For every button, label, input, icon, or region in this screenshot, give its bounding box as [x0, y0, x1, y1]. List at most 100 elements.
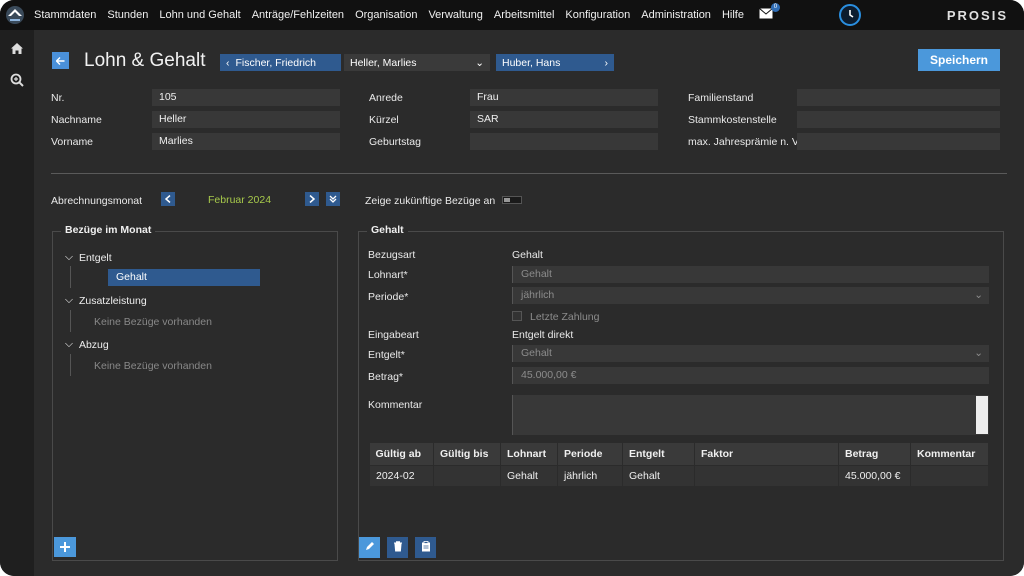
bezugsart-label: Bezugsart — [368, 249, 416, 261]
clock-icon[interactable] — [839, 4, 861, 26]
prosis-logo-icon[interactable] — [0, 0, 30, 30]
back-button[interactable] — [52, 52, 69, 69]
copy-button[interactable] — [415, 537, 436, 558]
chevron-down-icon: ⌵ — [65, 338, 73, 350]
next-month-button[interactable] — [305, 192, 319, 206]
entgelt-label: Entgelt* — [368, 349, 405, 361]
tree-item-gehalt[interactable]: Gehalt — [108, 269, 260, 286]
entgelt-select[interactable]: Gehalt ⌄ — [512, 345, 989, 362]
letzte-zahlung-checkbox[interactable] — [512, 311, 522, 321]
bezuege-panel-title: Bezüge im Monat — [61, 224, 156, 236]
cell-entgelt: Gehalt — [622, 464, 695, 487]
periode-select[interactable]: jährlich ⌄ — [512, 287, 989, 304]
menu-lohn-und-gehalt[interactable]: Lohn und Gehalt — [159, 9, 240, 21]
col-periode[interactable]: Periode — [557, 443, 623, 465]
home-icon[interactable] — [0, 34, 34, 62]
chevron-down-icon: ⌄ — [974, 289, 983, 301]
delete-button[interactable] — [387, 537, 408, 558]
col-lohnart[interactable]: Lohnart — [500, 443, 558, 465]
side-rail — [0, 30, 34, 576]
chevron-down-icon: ⌄ — [475, 56, 484, 69]
eingabeart-value: Entgelt direkt — [512, 329, 574, 341]
letzte-zahlung-label: Letzte Zahlung — [530, 311, 600, 323]
menu-stammdaten[interactable]: Stammdaten — [34, 9, 96, 21]
tree-group-label: Entgelt — [78, 251, 112, 264]
menu-administration[interactable]: Administration — [641, 9, 711, 21]
search-zoom-icon[interactable] — [0, 66, 34, 94]
nachname-field[interactable]: Heller — [152, 111, 340, 128]
cell-gueltig-ab: 2024-02 — [369, 464, 434, 487]
lohnart-field[interactable]: Gehalt — [512, 266, 989, 283]
eingabeart-label: Eingabeart — [368, 329, 419, 341]
geburtstag-field[interactable] — [470, 133, 658, 150]
employee-select-value: Heller, Marlies — [350, 56, 417, 69]
tree-group-abzug[interactable]: ⌵ Abzug — [65, 338, 109, 351]
cell-faktor — [694, 464, 839, 487]
kommentar-label: Kommentar — [368, 399, 423, 411]
nachname-label: Nachname — [51, 114, 102, 126]
prev-month-button[interactable] — [161, 192, 175, 206]
next-employee-button[interactable]: Huber, Hans › — [496, 54, 614, 71]
cell-gueltig-bis — [433, 464, 501, 487]
add-bezug-button[interactable] — [54, 537, 76, 557]
anrede-label: Anrede — [369, 92, 403, 104]
col-betrag[interactable]: Betrag — [838, 443, 911, 465]
familienstand-field[interactable] — [797, 89, 1000, 106]
col-faktor[interactable]: Faktor — [694, 443, 839, 465]
menu-hilfe[interactable]: Hilfe — [722, 9, 744, 21]
tree-group-label: Zusatzleistung — [78, 294, 147, 307]
familienstand-label: Familienstand — [688, 92, 754, 104]
chevron-right-icon: › — [604, 56, 609, 69]
jahrespraemie-field[interactable] — [797, 133, 1000, 150]
tree-group-label: Abzug — [78, 338, 109, 351]
page-title: Lohn & Gehalt — [84, 50, 206, 71]
col-gueltig-bis[interactable]: Gültig bis — [433, 443, 501, 465]
edit-button[interactable] — [359, 537, 380, 558]
kommentar-textarea[interactable] — [512, 395, 989, 435]
mail-count-badge: 0 — [770, 3, 780, 12]
prev-employee-label: Fischer, Friedrich — [235, 56, 317, 69]
kuerzel-label: Kürzel — [369, 114, 399, 126]
future-toggle[interactable] — [502, 196, 522, 204]
col-gueltig-ab[interactable]: Gültig ab — [369, 443, 434, 465]
prev-employee-button[interactable]: ‹ Fischer, Friedrich — [220, 54, 341, 71]
table-row[interactable]: 2024-02 Gehalt jährlich Gehalt 45.000,00… — [369, 464, 989, 487]
save-button[interactable]: Speichern — [918, 49, 1000, 71]
menu-verwaltung[interactable]: Verwaltung — [428, 9, 482, 21]
last-month-button[interactable] — [326, 192, 340, 206]
periode-value: jährlich — [521, 289, 555, 301]
nr-field[interactable]: 105 — [152, 89, 340, 106]
kuerzel-field[interactable]: SAR — [470, 111, 658, 128]
col-entgelt[interactable]: Entgelt — [622, 443, 695, 465]
menu-antraege-fehlzeiten[interactable]: Anträge/Fehlzeiten — [252, 9, 344, 21]
chevron-down-icon: ⌵ — [65, 251, 73, 263]
menu-konfiguration[interactable]: Konfiguration — [565, 9, 630, 21]
vorname-field[interactable]: Marlies — [152, 133, 340, 150]
geburtstag-label: Geburtstag — [369, 136, 421, 148]
tree-connector — [70, 266, 71, 288]
chevron-left-icon: ‹ — [226, 56, 230, 69]
tree-connector — [70, 354, 71, 376]
betrag-field[interactable]: 45.000,00 € — [512, 367, 989, 384]
bezuege-table: Gültig ab Gültig bis Lohnart Periode Ent… — [369, 443, 989, 487]
tree-empty-text: Keine Bezüge vorhanden — [94, 360, 212, 372]
employee-select[interactable]: Heller, Marlies ⌄ — [344, 54, 490, 71]
table-header-row: Gültig ab Gültig bis Lohnart Periode Ent… — [369, 443, 989, 465]
tree-group-entgelt[interactable]: ⌵ Entgelt — [65, 251, 112, 264]
main-menu: Stammdaten Stunden Lohn und Gehalt Anträ… — [34, 3, 780, 22]
col-kommentar[interactable]: Kommentar — [910, 443, 989, 465]
kommentar-scrollbar[interactable] — [976, 396, 988, 434]
stammkostenstelle-field[interactable] — [797, 111, 1000, 128]
mail-icon[interactable]: 0 — [759, 3, 780, 22]
stammkostenstelle-label: Stammkostenstelle — [688, 114, 777, 126]
anrede-field[interactable]: Frau — [470, 89, 658, 106]
menu-arbeitsmittel[interactable]: Arbeitsmittel — [494, 9, 555, 21]
main-content: Lohn & Gehalt ‹ Fischer, Friedrich Helle… — [34, 30, 1024, 576]
current-month: Februar 2024 — [208, 194, 272, 206]
next-employee-label: Huber, Hans — [502, 56, 561, 69]
cell-lohnart: Gehalt — [500, 464, 558, 487]
tree-group-zusatzleistung[interactable]: ⌵ Zusatzleistung — [65, 294, 147, 307]
entgelt-value: Gehalt — [521, 347, 552, 359]
menu-stunden[interactable]: Stunden — [107, 9, 148, 21]
menu-organisation[interactable]: Organisation — [355, 9, 417, 21]
